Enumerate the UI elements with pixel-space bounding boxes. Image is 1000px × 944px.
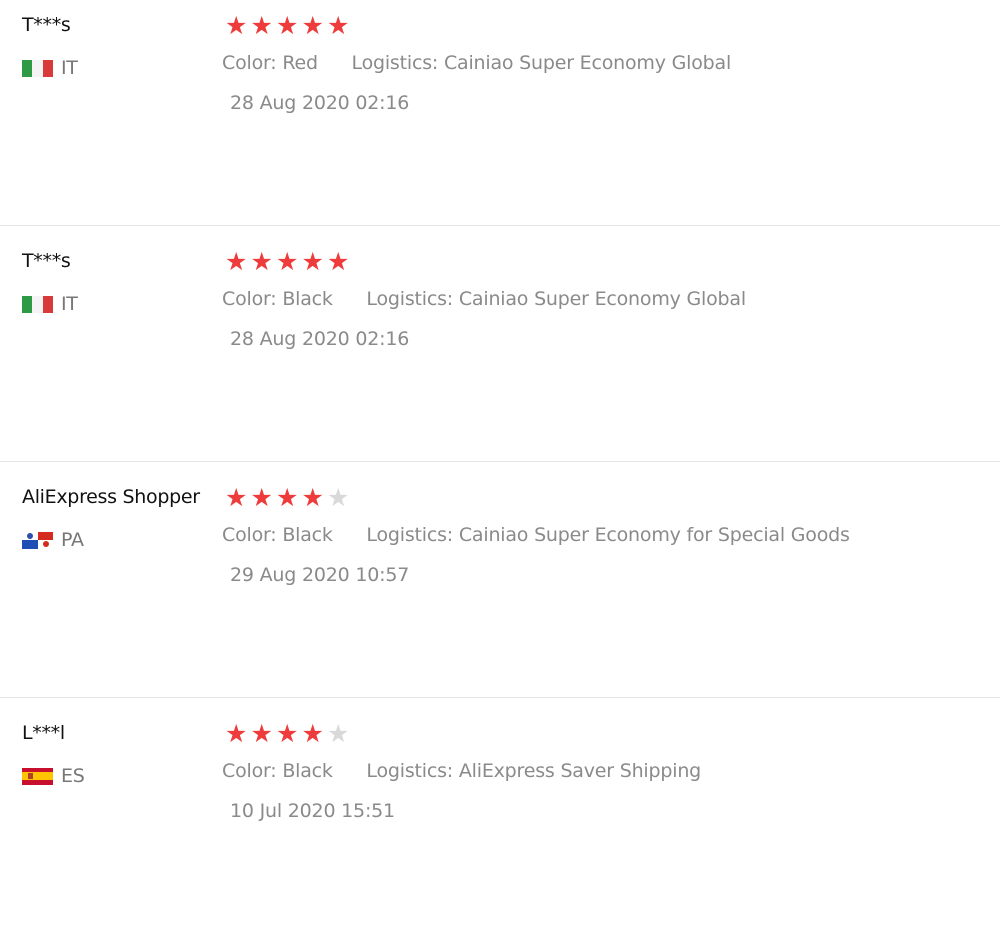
sku-attributes: Color: Black Logistics: Cainiao Super Ec… (222, 524, 850, 546)
panama-flag-icon (22, 531, 53, 549)
country-code: IT (61, 57, 78, 79)
reviewer-country: IT (22, 56, 78, 80)
star-filled-icon: ★ (225, 719, 248, 748)
star-filled-icon: ★ (276, 247, 299, 276)
reviewer-name: T***s (22, 14, 71, 36)
star-filled-icon: ★ (327, 11, 350, 40)
reviewer-country: PA (22, 528, 84, 552)
country-code: ES (61, 765, 85, 787)
star-filled-icon: ★ (301, 719, 324, 748)
reviewer-name: T***s (22, 250, 71, 272)
logistics-value: Cainiao Super Economy Global (458, 288, 746, 310)
reviewer-name: AliExpress Shopper (22, 486, 200, 508)
star-rating: ★ ★ ★ ★ ★ (225, 12, 353, 40)
color-value: Black (282, 524, 333, 546)
star-rating: ★ ★ ★ ★ ★ (225, 248, 353, 276)
star-filled-icon: ★ (250, 483, 273, 512)
star-filled-icon: ★ (225, 483, 248, 512)
sku-attributes: Color: Red Logistics: Cainiao Super Econ… (222, 52, 731, 74)
star-filled-icon: ★ (301, 483, 324, 512)
star-filled-icon: ★ (250, 719, 273, 748)
logistics-label: Logistics: (366, 760, 454, 782)
country-code: PA (61, 529, 84, 551)
review-date: 28 Aug 2020 02:16 (230, 328, 410, 350)
color-label: Color: (222, 524, 277, 546)
star-filled-icon: ★ (276, 11, 299, 40)
color-label: Color: (222, 52, 277, 74)
logistics-value: Cainiao Super Economy Global (443, 52, 732, 74)
star-filled-icon: ★ (225, 11, 248, 40)
sku-attributes: Color: Black Logistics: AliExpress Saver… (222, 760, 701, 782)
logistics-label: Logistics: (351, 52, 439, 74)
color-value: Red (282, 52, 318, 74)
review-item: T***s IT ★ ★ ★ ★ ★ Color: Red Logistics: Cai… (0, 0, 1000, 236)
star-filled-icon: ★ (301, 247, 324, 276)
review-separator (0, 461, 1000, 462)
star-filled-icon: ★ (250, 247, 273, 276)
logistics-value: Cainiao Super Economy for Special Goods (458, 524, 850, 546)
italy-flag-icon (22, 59, 53, 77)
sku-attributes: Color: Black Logistics: Cainiao Super Ec… (222, 288, 746, 310)
star-rating: ★ ★ ★ ★ ★ (225, 484, 353, 512)
star-filled-icon: ★ (327, 247, 350, 276)
star-filled-icon: ★ (276, 483, 299, 512)
review-separator (0, 225, 1000, 226)
color-label: Color: (222, 288, 277, 310)
color-value: Black (282, 760, 333, 782)
star-empty-icon: ★ (327, 719, 350, 748)
star-filled-icon: ★ (250, 11, 273, 40)
logistics-value: AliExpress Saver Shipping (458, 760, 702, 782)
review-item: L***l ES ★ ★ ★ ★ ★ Color: Black Logistics: A… (0, 708, 1000, 944)
reviewer-name: L***l (22, 722, 65, 744)
reviewer-country: IT (22, 292, 78, 316)
country-code: IT (61, 293, 78, 315)
color-value: Black (282, 288, 333, 310)
review-date: 28 Aug 2020 02:16 (230, 92, 410, 114)
star-filled-icon: ★ (276, 719, 299, 748)
logistics-label: Logistics: (366, 288, 454, 310)
reviewer-country: ES (22, 764, 85, 788)
star-rating: ★ ★ ★ ★ ★ (225, 720, 353, 748)
spain-flag-icon (22, 767, 53, 785)
color-label: Color: (222, 760, 277, 782)
review-item: T***s IT ★ ★ ★ ★ ★ Color: Black Logistics: C… (0, 236, 1000, 472)
italy-flag-icon (22, 295, 53, 313)
review-date: 10 Jul 2020 15:51 (230, 800, 395, 822)
review-date: 29 Aug 2020 10:57 (230, 564, 410, 586)
review-item: AliExpress Shopper PA ★ ★ ★ ★ ★ Color: Black… (0, 472, 1000, 708)
logistics-label: Logistics: (366, 524, 454, 546)
star-empty-icon: ★ (327, 483, 350, 512)
star-filled-icon: ★ (301, 11, 324, 40)
review-separator (0, 697, 1000, 698)
star-filled-icon: ★ (225, 247, 248, 276)
